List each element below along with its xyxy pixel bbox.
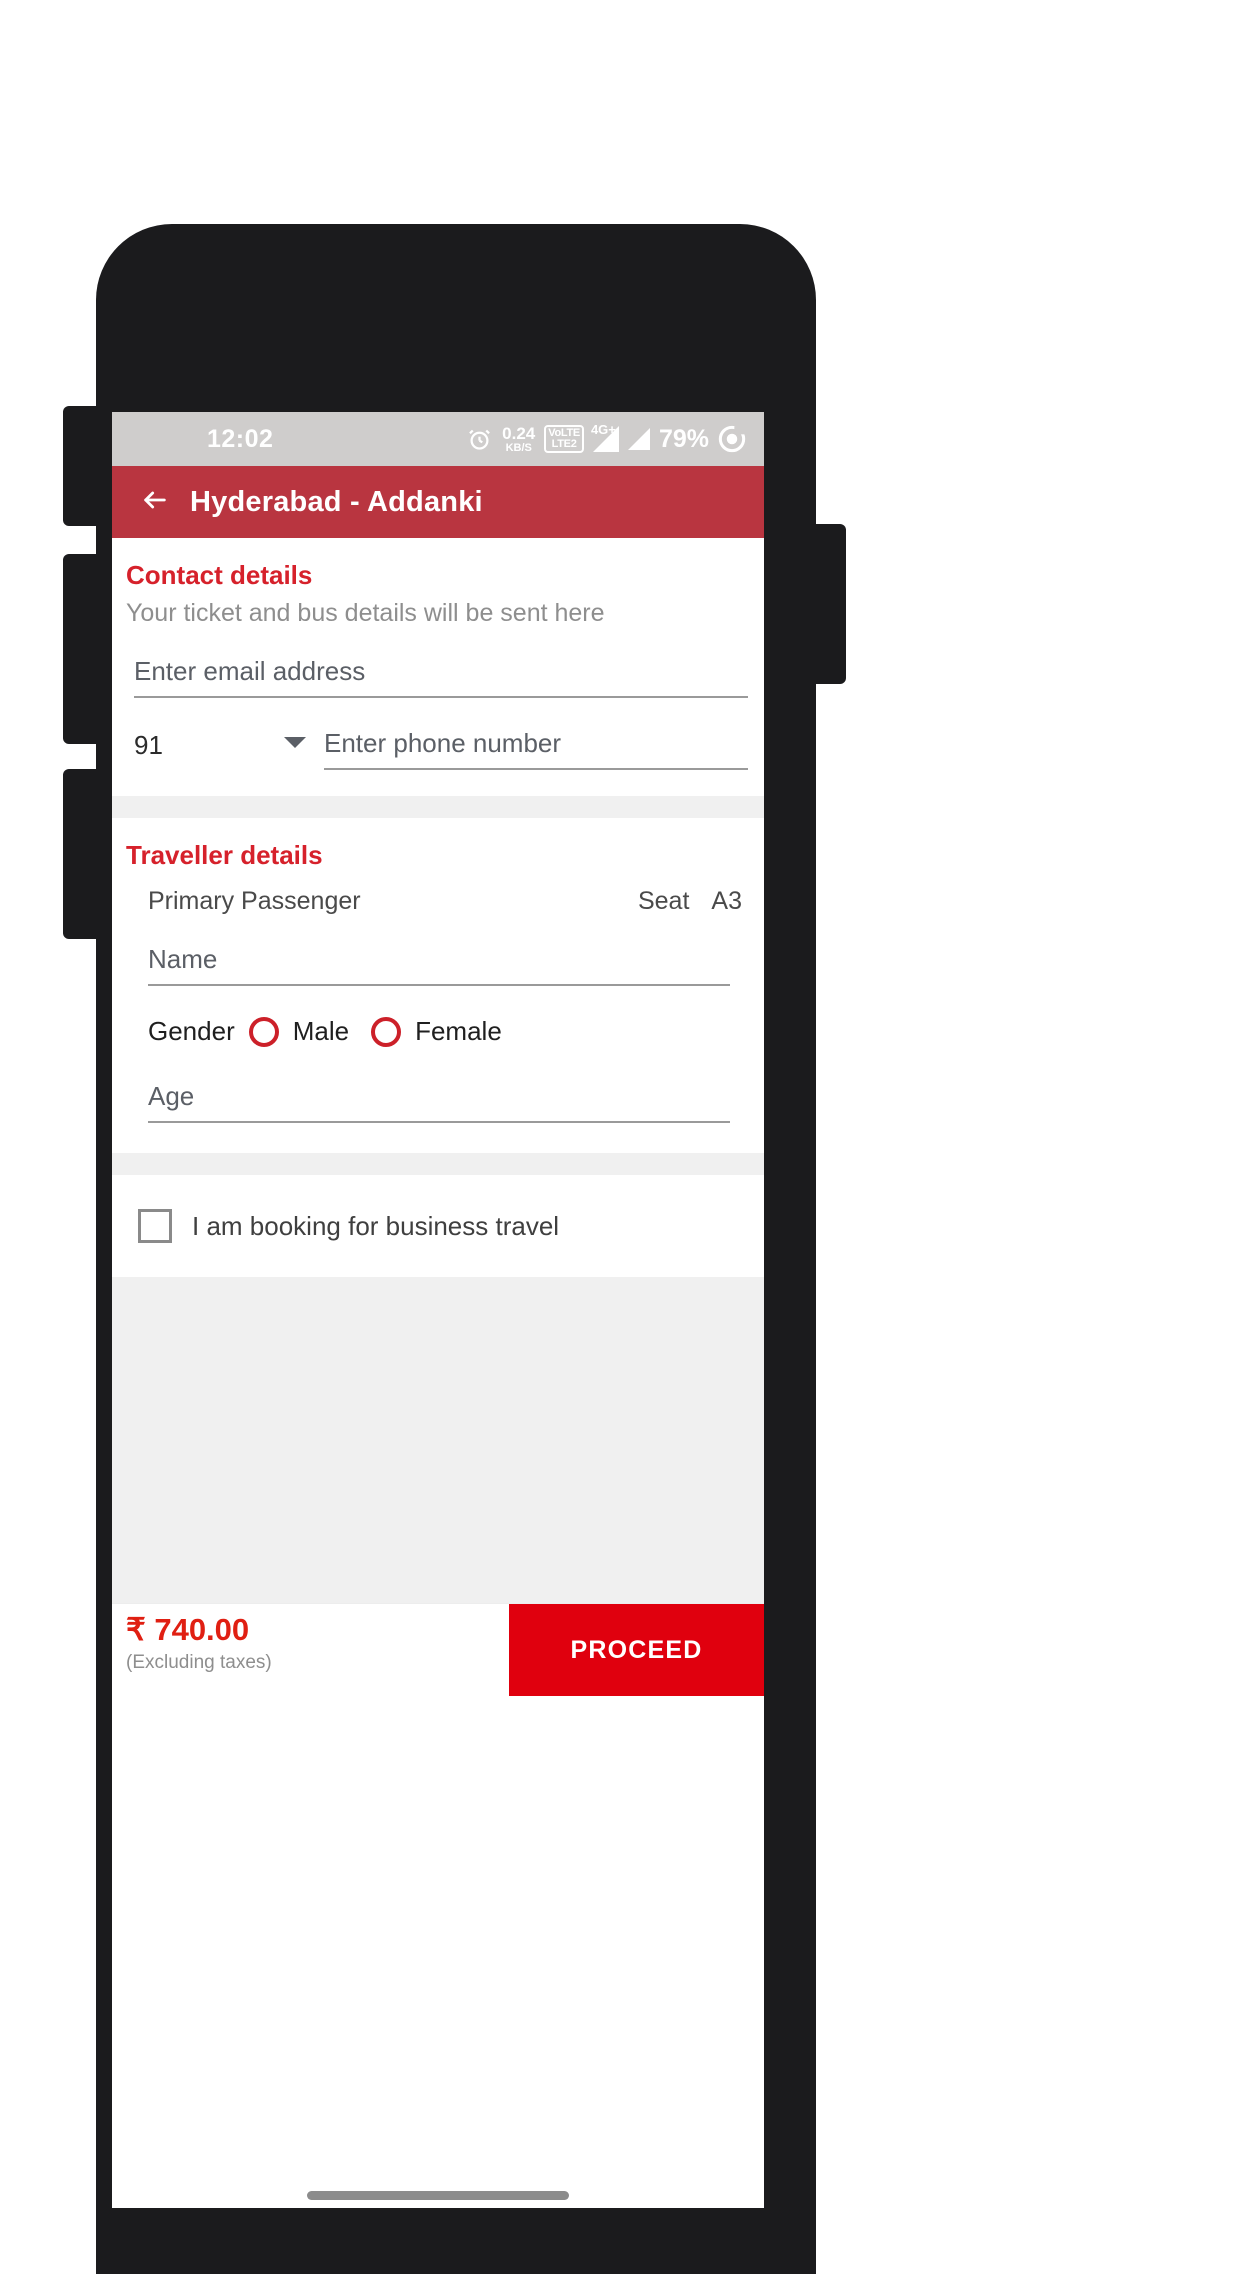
signal-roaming-label: R	[639, 437, 650, 452]
alarm-clock-icon	[466, 426, 493, 453]
passenger-age-field[interactable]: Age	[148, 1081, 730, 1123]
traveller-details-heading: Traveller details	[126, 840, 323, 870]
age-placeholder: Age	[148, 1081, 195, 1111]
network-speed-value: 0.24	[502, 423, 536, 443]
phone-power-button[interactable]	[815, 524, 846, 684]
passenger-header-row: Primary Passenger Seat A3	[112, 871, 764, 916]
signal-bars-sim2-icon: R	[627, 428, 650, 452]
contact-details-subtitle: Your ticket and bus details will be sent…	[126, 599, 605, 627]
passenger-name-field[interactable]: Name	[148, 944, 730, 986]
proceed-button[interactable]: PROCEED	[509, 1604, 764, 1696]
contact-details-heading: Contact details	[126, 560, 313, 590]
business-travel-row[interactable]: I am booking for business travel	[112, 1175, 764, 1277]
radio-female[interactable]	[371, 1016, 402, 1047]
radio-male-label[interactable]: Male	[293, 1016, 349, 1047]
gender-row: Gender Male Female	[112, 986, 764, 1047]
country-code-select[interactable]: 91	[134, 730, 306, 770]
section-divider	[112, 1153, 764, 1175]
home-indicator[interactable]	[307, 2191, 569, 2200]
email-placeholder: Enter email address	[134, 656, 366, 686]
signal-bars-sim1-icon: 4G+	[591, 422, 619, 452]
passenger-label: Primary Passenger	[148, 887, 361, 915]
total-price: ₹ 740.00	[126, 1612, 250, 1647]
traveller-details-card: Traveller details Primary Passenger Seat…	[112, 818, 764, 1153]
status-clock: 12:02	[207, 424, 274, 453]
phone-side-button-bottom[interactable]	[63, 769, 97, 939]
status-icons-group: 0.24 KB/S VoLTE LTE2 4G+ R 79%	[466, 422, 746, 454]
radio-female-label[interactable]: Female	[415, 1016, 502, 1047]
email-field[interactable]: Enter email address	[134, 656, 748, 698]
content-filler	[112, 1277, 764, 1603]
app-bar: Hyderabad - Addanki	[112, 466, 764, 538]
volte-icon: VoLTE LTE2	[544, 425, 584, 453]
seat-label: Seat	[637, 887, 690, 915]
status-bar: 12:02 0.24 KB/S VoLTE LTE2 4G+ R 79%	[112, 412, 764, 466]
business-travel-label: I am booking for business travel	[192, 1210, 560, 1241]
business-travel-checkbox[interactable]	[138, 1209, 172, 1243]
country-code-value: 91	[134, 730, 163, 760]
gender-label: Gender	[148, 1016, 235, 1046]
contact-details-card: Contact details Your ticket and bus deta…	[112, 538, 764, 796]
business-travel-card: I am booking for business travel	[112, 1175, 764, 1277]
phone-number-field[interactable]: Enter phone number	[324, 728, 748, 770]
seat-group: Seat A3	[638, 887, 742, 916]
page-title: Hyderabad - Addanki	[190, 485, 483, 518]
price-tax-note: (Excluding taxes)	[126, 1652, 272, 1673]
section-divider	[112, 796, 764, 818]
battery-percentage: 79%	[658, 424, 709, 453]
phone-screen: 12:02 0.24 KB/S VoLTE LTE2 4G+ R 79% Hyd…	[112, 412, 764, 2208]
price-block: ₹ 740.00 (Excluding taxes)	[112, 1604, 509, 1696]
back-arrow-icon[interactable]	[140, 486, 170, 519]
network-speed-unit: KB/S	[505, 441, 532, 454]
eye-care-icon	[718, 425, 746, 453]
volte-line-2: LTE2	[551, 438, 577, 450]
network-speed-indicator: 0.24 KB/S	[502, 425, 535, 454]
signal-network-type-label: 4G+	[590, 422, 616, 437]
phone-side-button-top[interactable]	[63, 406, 97, 526]
seat-number: A3	[711, 887, 742, 915]
phone-placeholder: Enter phone number	[324, 728, 562, 758]
phone-row: 91 Enter phone number	[134, 728, 748, 770]
bottom-action-bar: ₹ 740.00 (Excluding taxes) PROCEED	[112, 1603, 764, 1696]
phone-volume-button[interactable]	[63, 554, 97, 744]
chevron-down-icon	[284, 737, 306, 748]
name-placeholder: Name	[148, 944, 218, 974]
radio-male[interactable]	[248, 1016, 279, 1047]
